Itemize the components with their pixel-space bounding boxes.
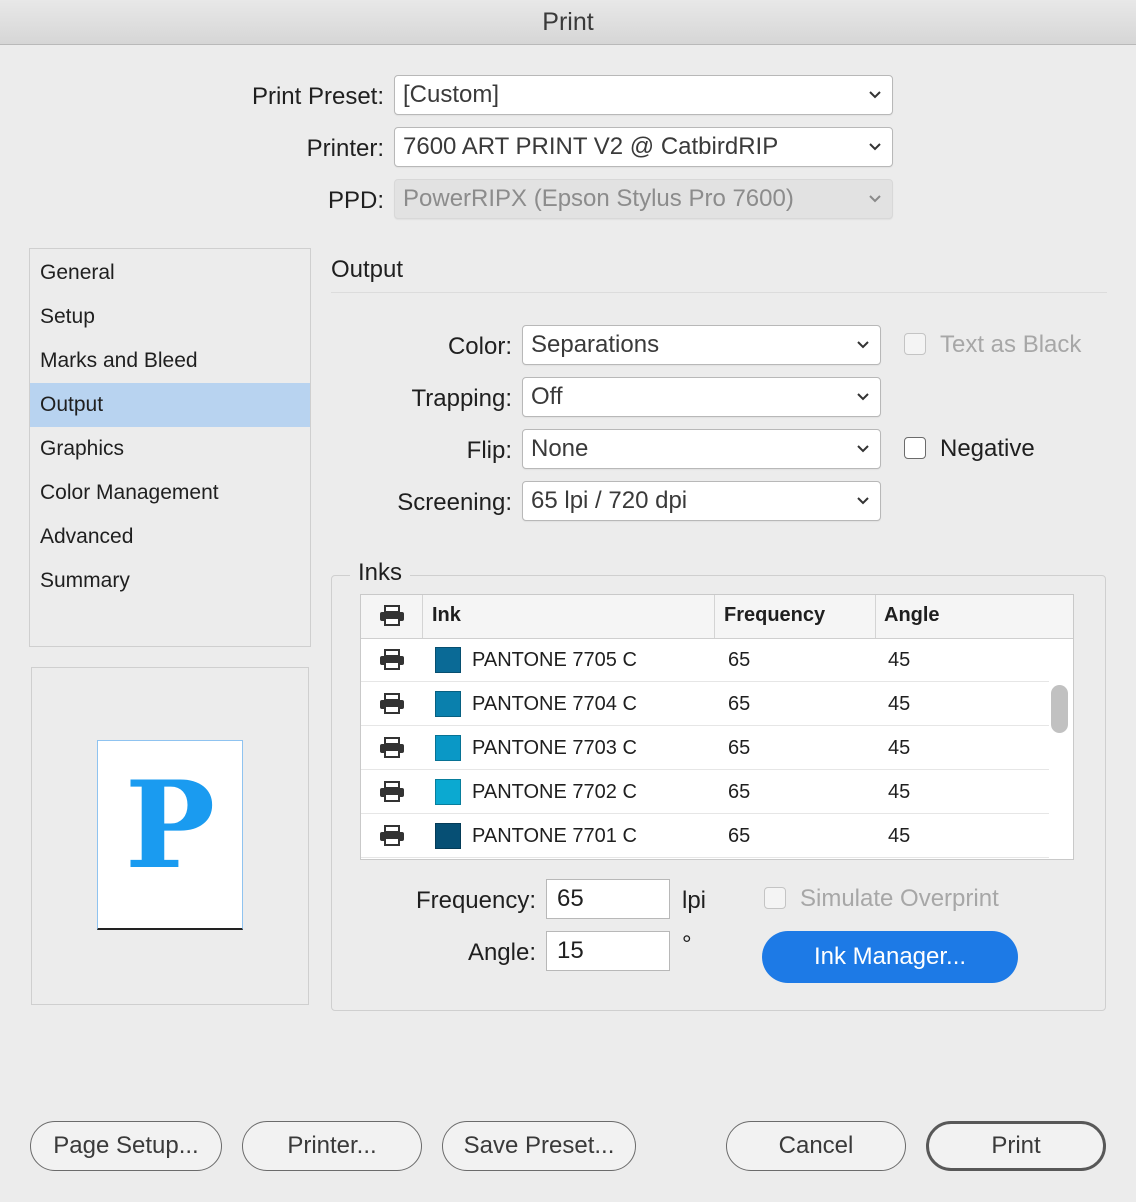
column-angle[interactable]: Angle <box>884 595 940 638</box>
printer-button[interactable]: Printer... <box>242 1121 422 1171</box>
printer-icon[interactable] <box>379 605 405 627</box>
print-preset-value: [Custom] <box>403 81 500 108</box>
sidebar-item-advanced[interactable]: Advanced <box>30 515 310 559</box>
angle-label: Angle: <box>467 939 536 966</box>
sidebar-item-color-management[interactable]: Color Management <box>30 471 310 515</box>
text-as-black-label: Text as Black <box>940 331 1082 358</box>
sidebar-item-setup[interactable]: Setup <box>30 295 310 339</box>
section-title: Output <box>331 256 404 283</box>
table-row[interactable]: PANTONE 7703 C 65 45 <box>361 726 1049 770</box>
ink-swatch <box>435 823 461 849</box>
ink-swatch <box>435 691 461 717</box>
ink-manager-button[interactable]: Ink Manager... <box>762 931 1018 983</box>
angle-input[interactable]: 15 <box>546 931 670 971</box>
ppd-label: PPD: <box>327 187 384 214</box>
printer-label: Printer: <box>306 135 384 162</box>
ink-angle: 45 <box>888 781 911 803</box>
screening-value: 65 lpi / 720 dpi <box>531 487 688 514</box>
color-select[interactable]: Separations <box>522 325 881 365</box>
angle-unit: ° <box>682 931 692 958</box>
chevron-down-icon <box>869 195 881 203</box>
screening-label: Screening: <box>397 489 512 516</box>
chevron-down-icon <box>857 497 869 505</box>
sidebar-item-summary[interactable]: Summary <box>30 559 310 603</box>
ink-frequency: 65 <box>728 693 751 715</box>
ppd-select: PowerRIPX (Epson Stylus Pro 7600) <box>394 179 893 219</box>
ink-name: PANTONE 7702 C <box>472 781 637 803</box>
chevron-down-icon <box>869 91 881 99</box>
ink-name: PANTONE 7705 C <box>472 649 637 671</box>
table-row[interactable]: PANTONE 7705 C 65 45 <box>361 638 1049 682</box>
printer-value: 7600 ART PRINT V2 @ CatbirdRIP <box>403 133 779 160</box>
table-row[interactable]: PANTONE 7702 C 65 45 <box>361 770 1049 814</box>
table-row[interactable]: PANTONE 7704 C 65 45 <box>361 682 1049 726</box>
printer-icon[interactable] <box>379 825 405 847</box>
ink-swatch <box>435 647 461 673</box>
chevron-down-icon <box>857 445 869 453</box>
ink-name: PANTONE 7701 C <box>472 825 637 847</box>
trapping-label: Trapping: <box>411 385 513 412</box>
frequency-label: Frequency: <box>415 887 536 914</box>
trapping-value: Off <box>531 383 563 410</box>
color-label: Color: <box>447 333 512 360</box>
section-divider <box>331 292 1107 293</box>
frequency-unit: lpi <box>682 887 707 914</box>
sidebar-item-marks-and-bleed[interactable]: Marks and Bleed <box>30 339 310 383</box>
printer-select[interactable]: 7600 ART PRINT V2 @ CatbirdRIP <box>394 127 893 167</box>
text-as-black-checkbox[interactable] <box>904 333 926 355</box>
print-preset-label: Print Preset: <box>251 83 384 110</box>
flip-select[interactable]: None <box>522 429 881 469</box>
ink-angle: 45 <box>888 825 911 847</box>
ink-frequency: 65 <box>728 781 751 803</box>
ink-name: PANTONE 7703 C <box>472 737 637 759</box>
preview-page: P <box>97 740 243 930</box>
ink-frequency: 65 <box>728 825 751 847</box>
save-preset-button[interactable]: Save Preset... <box>442 1121 636 1171</box>
table-header: Ink Frequency Angle <box>361 595 1073 639</box>
cancel-button[interactable]: Cancel <box>726 1121 906 1171</box>
ink-frequency: 65 <box>728 649 751 671</box>
flip-label: Flip: <box>466 437 512 464</box>
sidebar-item-general[interactable]: General <box>30 251 310 295</box>
screening-select[interactable]: 65 lpi / 720 dpi <box>522 481 881 521</box>
ink-angle: 45 <box>888 649 911 671</box>
window-title: Print <box>0 0 1136 45</box>
chevron-down-icon <box>869 143 881 151</box>
print-button[interactable]: Print <box>926 1121 1106 1171</box>
simulate-overprint-label: Simulate Overprint <box>800 885 999 912</box>
printer-icon[interactable] <box>379 693 405 715</box>
column-frequency[interactable]: Frequency <box>724 595 825 638</box>
flip-value: None <box>531 435 589 462</box>
sidebar-item-graphics[interactable]: Graphics <box>30 427 310 471</box>
chevron-down-icon <box>857 393 869 401</box>
table-scrollbar[interactable] <box>1051 685 1068 733</box>
column-ink[interactable]: Ink <box>432 595 461 638</box>
trapping-select[interactable]: Off <box>522 377 881 417</box>
printer-icon[interactable] <box>379 737 405 759</box>
printer-icon[interactable] <box>379 781 405 803</box>
preview-glyph: P <box>124 755 216 896</box>
page-setup-button[interactable]: Page Setup... <box>30 1121 222 1171</box>
ink-swatch <box>435 735 461 761</box>
inks-title: Inks <box>350 558 411 588</box>
inks-table: Ink Frequency Angle PANTONE 7705 C 65 45… <box>360 594 1074 860</box>
ppd-value: PowerRIPX (Epson Stylus Pro 7600) <box>403 185 794 212</box>
ink-frequency: 65 <box>728 737 751 759</box>
ink-angle: 45 <box>888 737 911 759</box>
simulate-overprint-checkbox[interactable] <box>764 887 786 909</box>
negative-label: Negative <box>940 435 1035 462</box>
printer-icon[interactable] <box>379 649 405 671</box>
page-preview: P <box>31 667 309 1005</box>
ink-name: PANTONE 7704 C <box>472 693 637 715</box>
negative-checkbox[interactable] <box>904 437 926 459</box>
chevron-down-icon <box>857 341 869 349</box>
print-preset-select[interactable]: [Custom] <box>394 75 893 115</box>
table-row[interactable]: PANTONE 7701 C 65 45 <box>361 814 1049 858</box>
ink-angle: 45 <box>888 693 911 715</box>
sidebar: General Setup Marks and Bleed Output Gra… <box>29 248 311 647</box>
frequency-input[interactable]: 65 <box>546 879 670 919</box>
color-value: Separations <box>531 331 660 358</box>
ink-swatch <box>435 779 461 805</box>
sidebar-item-output[interactable]: Output <box>30 383 310 427</box>
